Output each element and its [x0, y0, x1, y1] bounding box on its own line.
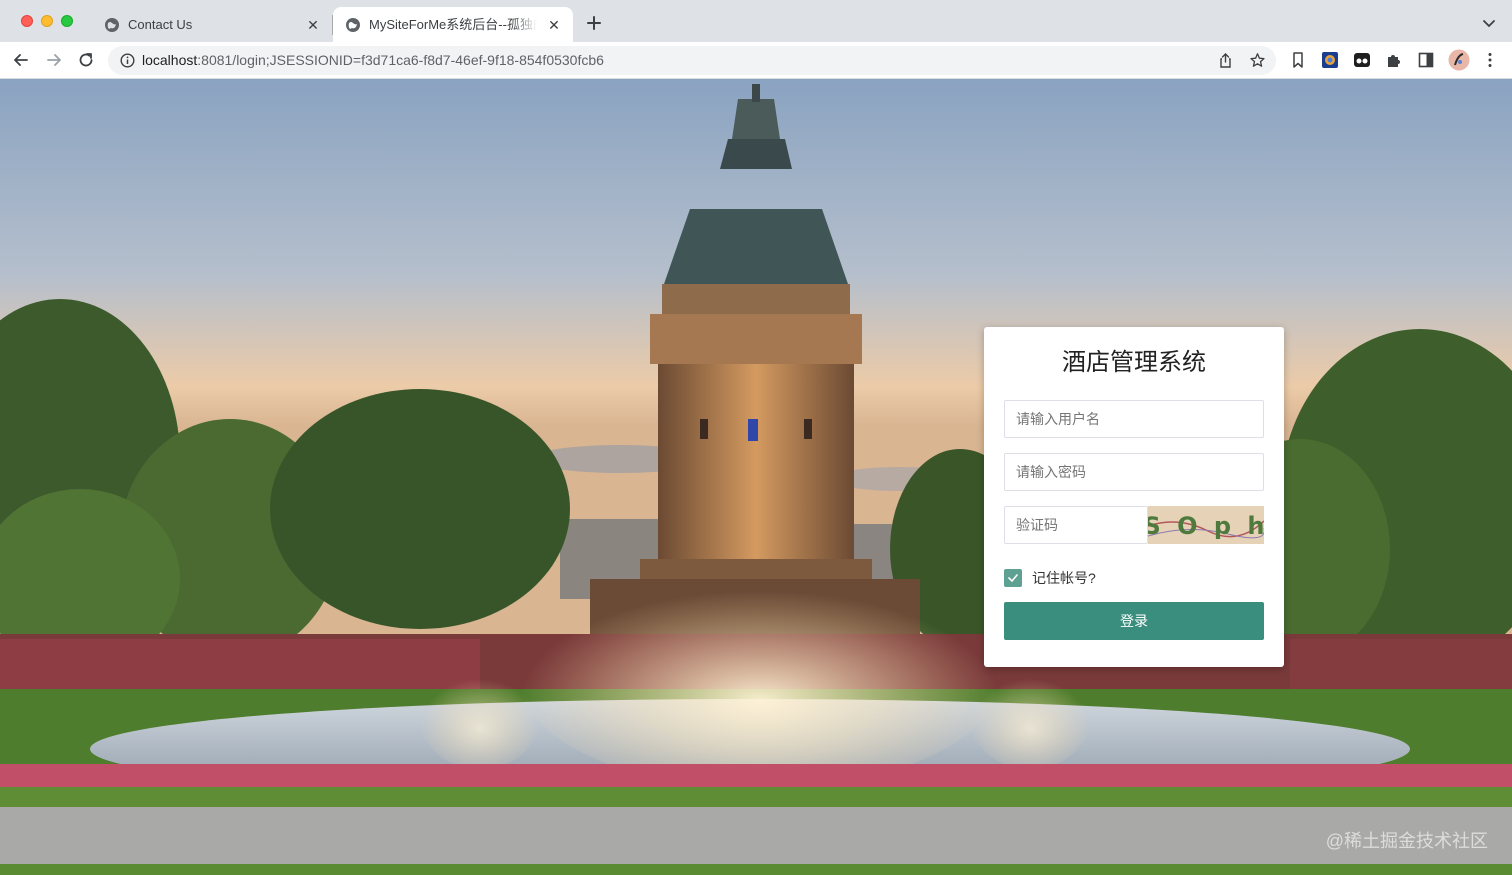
captcha-image[interactable]: S O p h: [1148, 506, 1264, 544]
bookmark-icon[interactable]: [1289, 51, 1307, 69]
url-host: localhost: [142, 52, 198, 68]
login-title: 酒店管理系统: [1062, 349, 1206, 376]
tab-title: Contact Us: [128, 17, 193, 32]
login-page: 酒店管理系统 S O p h 记住帐号? 登录 @稀土掘金技术社区: [0, 79, 1512, 875]
menu-icon[interactable]: [1481, 51, 1499, 69]
tab-mysiteforme[interactable]: MySiteForMe系统后台--孤独的飞猪 ✕: [333, 7, 573, 42]
globe-icon: [346, 18, 360, 32]
reload-icon[interactable]: [77, 51, 95, 69]
minimize-window-button[interactable]: [41, 15, 53, 27]
login-button[interactable]: 登录: [1004, 602, 1264, 640]
extension-icon[interactable]: [1321, 51, 1339, 69]
url-text[interactable]: localhost:8081/login;JSESSIONID=f3d71ca6…: [142, 52, 604, 69]
check-icon: [1008, 574, 1018, 582]
remember-checkbox[interactable]: [1004, 569, 1022, 587]
login-card: 酒店管理系统 S O p h 记住帐号? 登录: [984, 327, 1284, 667]
tab-title: MySiteForMe系统后台--孤独的飞猪: [369, 17, 537, 32]
close-window-button[interactable]: [21, 15, 33, 27]
chevron-down-icon[interactable]: [1480, 14, 1498, 32]
browser-toolbar: localhost:8081/login;JSESSIONID=f3d71ca6…: [0, 42, 1512, 79]
star-icon[interactable]: [1249, 52, 1266, 69]
close-icon[interactable]: ✕: [545, 16, 563, 34]
new-tab-icon[interactable]: [584, 13, 604, 33]
info-icon[interactable]: [120, 53, 135, 68]
close-icon[interactable]: ✕: [304, 16, 322, 34]
url-path: :8081/login;JSESSIONID=f3d71ca6-f8d7-46e…: [197, 52, 604, 68]
maximize-window-button[interactable]: [61, 15, 73, 27]
captcha-input[interactable]: [1004, 506, 1148, 544]
profile-avatar[interactable]: [1448, 49, 1470, 71]
tab-strip: Contact Us ✕ MySiteForMe系统后台--孤独的飞猪 ✕: [0, 0, 1512, 42]
forward-icon[interactable]: [45, 51, 63, 69]
sidebar-icon[interactable]: [1417, 51, 1435, 69]
globe-icon: [105, 18, 119, 32]
extension-icon[interactable]: [1353, 51, 1371, 69]
captcha-text: S O p h: [1148, 512, 1264, 540]
address-bar[interactable]: localhost:8081/login;JSESSIONID=f3d71ca6…: [108, 46, 1276, 75]
puzzle-icon[interactable]: [1385, 51, 1403, 69]
remember-label: 记住帐号?: [1032, 570, 1096, 586]
back-icon[interactable]: [12, 51, 30, 69]
watermark: @稀土掘金技术社区: [1325, 831, 1488, 851]
username-input[interactable]: [1004, 400, 1264, 438]
share-icon[interactable]: [1217, 52, 1234, 69]
background-photo: [0, 79, 1512, 875]
password-input[interactable]: [1004, 453, 1264, 491]
tab-contact-us[interactable]: Contact Us ✕: [92, 7, 332, 42]
remember-account[interactable]: 记住帐号?: [1004, 568, 1096, 588]
